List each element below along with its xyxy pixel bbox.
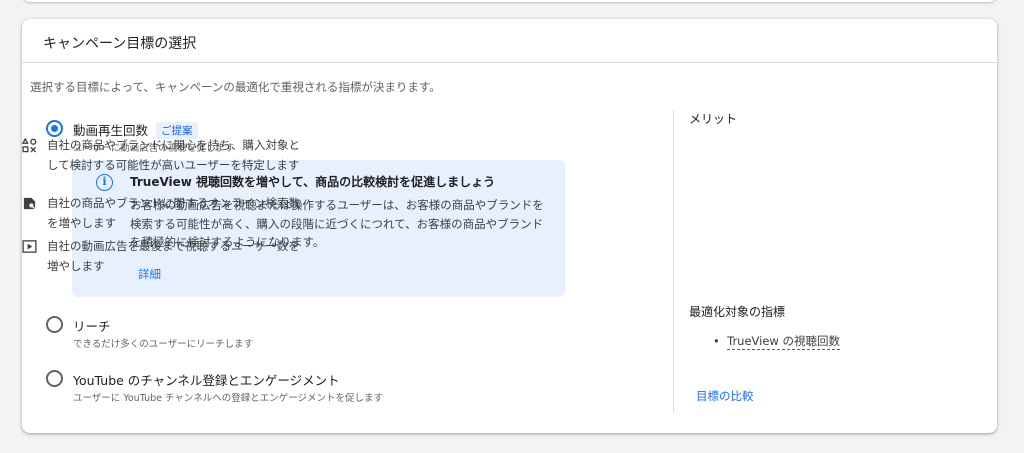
metric-item: • TrueView の視聴回数 bbox=[713, 334, 840, 350]
benefit-text: 自社の商品やブランドに関するオンライン検索数を増やします bbox=[47, 196, 300, 230]
info-title: TrueView 視聴回数を増やして、商品の比較検討を促進しましょう bbox=[130, 175, 496, 189]
radio-video-views[interactable] bbox=[46, 120, 63, 137]
option-title: リーチ bbox=[73, 319, 111, 334]
metric-text[interactable]: TrueView の視聴回数 bbox=[727, 334, 840, 350]
play-icon bbox=[22, 240, 37, 253]
info-icon: i bbox=[96, 174, 113, 191]
radio-youtube-engagement[interactable] bbox=[46, 370, 63, 387]
benefit-text: 自社の商品やブランドに関心を持ち、購入対象として検討する可能性が高いユーザーを特… bbox=[47, 138, 300, 172]
vertical-divider bbox=[673, 110, 674, 412]
benefit-text: 自社の動画広告を最後まで視聴するユーザー数を増やします bbox=[47, 239, 300, 273]
campaign-goal-card: キャンペーン目標の選択 選択する目標によって、キャンペーンの最適化で重視される指… bbox=[22, 19, 997, 433]
option-subtitle: ユーザーに YouTube チャンネルへの登録とエンゲージメントを促します bbox=[73, 393, 384, 404]
search-doc-icon bbox=[23, 197, 36, 210]
benefits-heading: メリット bbox=[689, 112, 738, 126]
compare-goals-link[interactable]: 目標の比較 bbox=[696, 388, 754, 404]
shapes-icon bbox=[22, 138, 37, 153]
card-description: 選択する目標によって、キャンペーンの最適化で重視される指標が決まります。 bbox=[30, 80, 441, 94]
radio-reach[interactable] bbox=[46, 316, 63, 333]
card-title: キャンペーン目標の選択 bbox=[22, 19, 997, 63]
option-subtitle: できるだけ多くのユーザーにリーチします bbox=[73, 339, 254, 350]
metrics-heading: 最適化対象の指標 bbox=[689, 305, 786, 319]
previous-card bbox=[22, 0, 997, 2]
option-title: YouTube のチャンネル登録とエンゲージメント bbox=[73, 373, 340, 388]
